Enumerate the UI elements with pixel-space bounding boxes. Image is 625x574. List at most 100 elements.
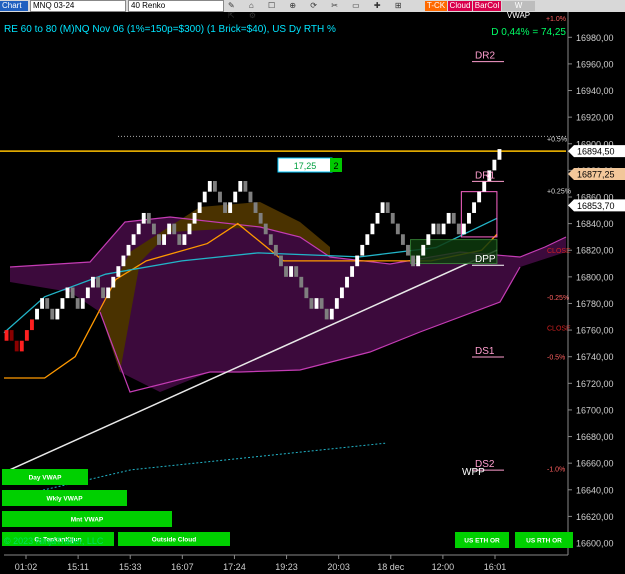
up-brick <box>182 234 187 245</box>
legend-button-label: Day VWAP <box>29 475 63 482</box>
renko-price-chart[interactable]: DR2DR1DPPDS1DS2WPP+0.5%+0.25%CLOSE-0.25%… <box>0 12 625 574</box>
up-brick <box>345 276 349 288</box>
down-brick <box>436 223 441 235</box>
up-brick <box>228 202 233 213</box>
price-tick-label: 16680,00 <box>576 432 614 442</box>
up-brick <box>35 308 39 320</box>
price-tick-label: 16700,00 <box>576 405 614 415</box>
up-brick <box>461 223 466 235</box>
up-brick <box>441 223 446 235</box>
down-brick <box>45 298 50 309</box>
pct-level-label: +0.25% <box>547 188 571 195</box>
up-brick <box>329 308 334 320</box>
up-brick <box>426 234 431 245</box>
down-brick <box>157 234 161 245</box>
up-brick <box>360 244 365 256</box>
down-brick <box>253 202 258 213</box>
time-tick-label: 18 dec <box>377 562 405 572</box>
price-tick-label: 16660,00 <box>576 459 614 469</box>
symbol-selector[interactable]: MNQ 03-24 <box>30 0 126 12</box>
up-brick <box>192 212 197 224</box>
top-pct-label: +1.0% <box>546 16 566 23</box>
up-brick <box>90 276 95 288</box>
up-brick <box>30 319 34 331</box>
copyright-label: © 2023 NinjaTrader, LLC <box>4 536 104 546</box>
pct-level-label: CLOSE <box>547 325 571 332</box>
up-brick <box>116 266 121 277</box>
up-brick <box>197 202 202 213</box>
time-tick-label: 16:07 <box>171 562 194 572</box>
chart-toolbar: Chart MNQ 03-24 40 Renko ✎ ⌂ ☐ ⊕ ⟳ ✂ ▭ ✚… <box>0 0 625 20</box>
up-brick <box>136 223 141 235</box>
up-brick <box>121 255 126 267</box>
up-brick <box>106 287 111 299</box>
up-brick <box>238 181 243 192</box>
down-brick <box>223 202 227 213</box>
price-tick-label: 16640,00 <box>576 485 614 495</box>
up-brick <box>202 191 207 203</box>
down-brick <box>243 181 248 192</box>
down-brick <box>177 234 182 245</box>
toggle-tck-button[interactable]: T-CK <box>425 1 447 11</box>
chart-menu-button[interactable]: Chart <box>0 1 28 11</box>
down-brick <box>385 202 390 213</box>
up-brick <box>80 298 85 309</box>
toggle-cloud-button[interactable]: Cloud <box>448 1 472 11</box>
price-tick-label: 16940,00 <box>576 86 614 96</box>
price-tick-label: 16800,00 <box>576 272 614 282</box>
up-brick <box>477 191 482 203</box>
down-brick <box>75 298 80 309</box>
down-brick <box>248 191 253 203</box>
up-brick <box>334 298 339 309</box>
down-brick <box>390 212 395 224</box>
down-brick <box>273 244 278 256</box>
pivot-level-label: DR2 <box>475 51 495 62</box>
price-tag-label: 16877,25 <box>577 170 615 180</box>
up-brick <box>167 223 172 235</box>
toolbar-icons[interactable]: ✎ ⌂ ☐ ⊕ ⟳ ✂ ▭ ✚ ⊞ ⇱ ⚙ <box>228 1 418 20</box>
up-brick <box>19 340 24 352</box>
down-brick <box>96 276 100 288</box>
toggle-barcol-button[interactable]: BarCol <box>473 1 501 11</box>
up-brick <box>370 223 375 235</box>
bar-type-selector[interactable]: 40 Renko <box>128 0 224 12</box>
up-brick <box>416 255 421 267</box>
time-tick-label: 19:23 <box>275 562 298 572</box>
up-brick <box>65 287 70 299</box>
price-axis: 16600,00 16620,00 16640,00 16660,00 16680,00… <box>567 12 625 555</box>
legend-button-label: Wkly VWAP <box>46 496 83 503</box>
down-brick <box>284 266 288 277</box>
legend-button-label: Mnt VWAP <box>71 517 104 524</box>
down-brick <box>299 276 304 288</box>
price-tick-label: 16740,00 <box>576 352 614 362</box>
toggle-wvwap-button[interactable]: W VWAP <box>502 1 535 20</box>
ichimoku-cloud <box>9 202 567 393</box>
down-brick <box>395 223 400 235</box>
down-brick <box>14 340 19 352</box>
price-tick-label: 16960,00 <box>576 59 614 69</box>
pct-level-label: -0.5% <box>547 355 565 362</box>
price-tick-label: 16720,00 <box>576 379 614 389</box>
price-tag-label: 16853,70 <box>577 201 615 211</box>
time-tick-label: 15:11 <box>67 562 89 572</box>
up-brick <box>24 330 29 341</box>
up-brick <box>162 234 167 245</box>
crosshair-value-box: 17,25 2 <box>277 157 342 173</box>
pct-level-label: -1.0% <box>547 466 565 473</box>
price-tick-label: 16760,00 <box>576 326 614 336</box>
up-brick <box>187 223 192 235</box>
up-brick <box>375 212 380 224</box>
up-brick <box>365 234 370 245</box>
price-tag-label: 16894,50 <box>577 147 615 157</box>
price-tick-label: 16980,00 <box>576 33 614 43</box>
up-brick <box>141 212 146 224</box>
legend-button-label: Outside Cloud <box>152 537 196 544</box>
time-tick-label: 12:00 <box>432 562 455 572</box>
up-brick <box>446 212 451 224</box>
down-brick <box>151 223 156 235</box>
time-tick-label: 01:02 <box>15 562 38 572</box>
time-tick-label: 20:03 <box>327 562 350 572</box>
up-brick <box>492 159 497 171</box>
pivot-level-label: DR1 <box>475 170 495 181</box>
up-brick <box>497 149 502 160</box>
